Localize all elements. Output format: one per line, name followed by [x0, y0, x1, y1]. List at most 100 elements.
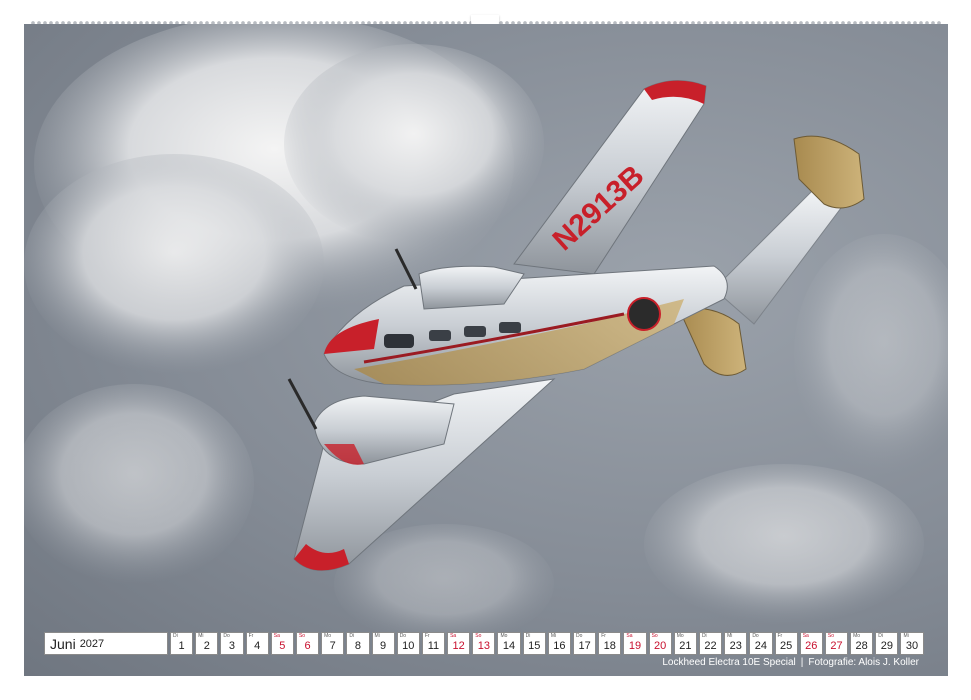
weekday-label: Fr [248, 633, 254, 639]
weekday-label: Di [525, 633, 531, 639]
day-cell: So 6 [295, 632, 320, 655]
weekday-label: Mo [676, 633, 684, 639]
day-number: 19 [628, 640, 642, 652]
day-number: 9 [380, 640, 387, 652]
day-number: 28 [855, 640, 868, 652]
weekday-label: Do [223, 633, 230, 639]
day-cell: Mo 14 [497, 632, 521, 655]
day-cell: Sa 26 [799, 632, 823, 655]
weekday-label: Mi [727, 633, 733, 639]
weekday-label: Do [576, 633, 583, 639]
day-cell: Di 22 [698, 632, 723, 655]
weekday-label: So [298, 633, 306, 639]
weekday-label: Mi [374, 633, 380, 639]
weekday-label: Mo [853, 633, 861, 639]
weekday-label: Do [399, 633, 407, 639]
day-number: 18 [603, 640, 616, 652]
caption-credit: Fotografie: Alois J. Koller [808, 657, 919, 668]
weekday-label: Mo [500, 633, 508, 639]
day-number: 5 [279, 640, 286, 652]
calendar-photo: N2913B [24, 24, 948, 676]
weekday-label: Fr [601, 633, 606, 639]
weekday-label: Di [701, 633, 707, 639]
weekday-label: Fr [777, 633, 783, 639]
day-number: 6 [304, 640, 311, 652]
day-number: 27 [830, 640, 843, 652]
day-number: 17 [578, 640, 591, 652]
day-number: 29 [880, 640, 893, 652]
day-cell: Fr 18 [598, 632, 622, 655]
day-cell: Di 29 [875, 632, 899, 655]
weekday-label: So [827, 633, 834, 639]
day-cell: Mo 28 [850, 632, 874, 655]
weekday-label: Do [752, 633, 759, 639]
day-cell: Mi 16 [547, 632, 571, 655]
calendar-month-strip: Juni 2027 Di 1 Mi 2 Do 3 Fr 4 Sa 5 So 6 Mo 7 Di 8 Mi 9 Do 1… [44, 632, 926, 655]
day-number: 21 [679, 640, 692, 652]
day-number: 30 [905, 640, 919, 652]
day-cell: Mi 9 [371, 632, 395, 655]
day-cell: Di 8 [346, 632, 370, 655]
caption-title: Lockheed Electra 10E Special [662, 657, 796, 668]
lockheed-emblem-icon [627, 297, 661, 331]
weekday-label: Sa [450, 633, 457, 639]
day-number: 1 [178, 640, 185, 652]
day-number: 2 [203, 640, 210, 652]
day-cell: Sa 5 [270, 632, 294, 655]
day-cell: Mi 30 [900, 632, 924, 655]
day-number: 24 [754, 640, 768, 652]
weekday-label: So [651, 633, 658, 639]
airplane-photo-illustration: N2913B [24, 24, 948, 644]
day-number: 14 [502, 640, 516, 652]
weekday-label: Fr [424, 633, 430, 639]
day-number: 13 [477, 640, 490, 652]
weekday-label: Sa [626, 633, 633, 639]
weekday-label: Di [878, 633, 883, 639]
day-cell: Di 1 [170, 632, 194, 655]
weekday-label: Mi [550, 633, 557, 639]
day-cell: Do 24 [749, 632, 773, 655]
month-name: Juni [50, 635, 76, 652]
day-cell: Sa 12 [447, 632, 471, 655]
day-number: 7 [329, 640, 336, 652]
weekday-label: Mi [903, 633, 909, 639]
aircraft-upper-wing: N2913B [513, 80, 707, 275]
day-cell: Do 10 [396, 632, 420, 655]
month-label-box: Juni 2027 [44, 632, 168, 655]
day-cell: Fr 4 [245, 632, 269, 655]
weekday-label: Sa [802, 633, 809, 639]
month-year: 2027 [79, 637, 105, 650]
day-number: 23 [729, 640, 742, 652]
day-number: 8 [354, 640, 361, 652]
day-cell: So 20 [648, 632, 672, 655]
day-number: 22 [704, 640, 717, 652]
weekday-label: Mi [198, 633, 204, 639]
day-number: 12 [452, 640, 465, 652]
day-cell: Mi 23 [724, 632, 748, 655]
caption-separator: | [800, 657, 804, 668]
day-number: 15 [528, 640, 541, 652]
day-cell: Fr 11 [421, 632, 446, 655]
weekday-label: Di [173, 633, 178, 639]
day-cell: Fr 25 [774, 632, 798, 655]
day-number: 16 [553, 640, 566, 652]
day-cell: Sa 19 [623, 632, 647, 655]
day-number: 10 [402, 640, 415, 652]
day-number: 3 [228, 640, 236, 652]
day-cell: Di 15 [522, 632, 546, 655]
day-cells: Di 1 Mi 2 Do 3 Fr 4 Sa 5 So 6 Mo 7 Di 8 Mi 9 Do 10 Fr 11 Sa 12 S… [170, 632, 926, 655]
day-cell: Do 17 [573, 632, 597, 655]
day-number: 11 [427, 640, 440, 652]
day-cell: Mi 2 [195, 632, 219, 655]
day-cell: Mo 21 [673, 632, 697, 655]
day-number: 26 [805, 640, 818, 652]
day-cell: Do 3 [220, 632, 244, 655]
weekday-label: Sa [273, 633, 280, 639]
weekday-label: Di [349, 633, 355, 639]
photo-caption: Lockheed Electra 10E Special | Fotografie:… [662, 657, 919, 668]
day-cell: Mo 7 [321, 632, 345, 655]
day-number: 25 [779, 640, 793, 652]
day-cell: So 27 [824, 632, 849, 655]
weekday-label: Mo [324, 633, 332, 639]
day-number: 20 [654, 640, 667, 652]
